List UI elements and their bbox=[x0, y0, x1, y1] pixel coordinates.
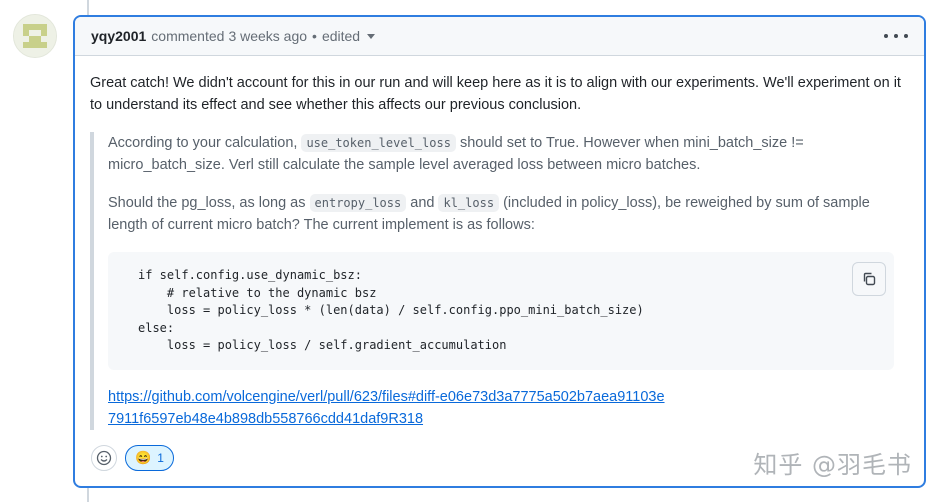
comment-box: yqy2001 commented 3 weeks ago • edited G… bbox=[73, 15, 926, 488]
comment-options-button[interactable] bbox=[884, 26, 908, 46]
comment-header: yqy2001 commented 3 weeks ago • edited bbox=[75, 17, 924, 56]
quote-paragraph-2: Should the pg_loss, as long as entropy_l… bbox=[108, 194, 870, 233]
github-diff-link[interactable]: https://github.com/volcengine/verl/pull/… bbox=[108, 386, 668, 430]
user-avatar[interactable] bbox=[13, 14, 57, 58]
add-reaction-button[interactable] bbox=[91, 445, 117, 471]
watermark: 知乎 @羽毛书 bbox=[753, 451, 912, 479]
edited-dropdown[interactable]: edited bbox=[321, 28, 376, 44]
code-block: if self.config.use_dynamic_bsz: # relati… bbox=[108, 252, 894, 370]
copy-icon bbox=[863, 272, 876, 286]
inline-code-kl-loss: kl_loss bbox=[438, 194, 500, 212]
triangle-down-icon bbox=[367, 33, 376, 39]
kebab-horizontal-icon bbox=[884, 34, 888, 38]
copy-button[interactable] bbox=[852, 262, 886, 296]
reply-paragraph: Great catch! We didn't account for this … bbox=[90, 75, 901, 113]
laugh-emoji-icon: 😄 bbox=[135, 450, 152, 465]
reaction-count: 1 bbox=[157, 451, 164, 465]
separator: • bbox=[312, 28, 317, 44]
inline-code-entropy-loss: entropy_loss bbox=[309, 194, 407, 212]
reaction-laugh[interactable]: 😄 1 bbox=[125, 445, 174, 471]
comment-body: Great catch! We didn't account for this … bbox=[75, 56, 924, 430]
quote-paragraph-1: According to your calculation, use_token… bbox=[108, 134, 804, 173]
identicon-avatar-icon bbox=[14, 15, 56, 57]
comment-author[interactable]: yqy2001 bbox=[91, 28, 146, 44]
comment-timestamp[interactable]: 3 weeks ago bbox=[228, 28, 307, 44]
smiley-icon bbox=[96, 450, 112, 466]
comment-action: commented bbox=[151, 28, 225, 44]
inline-code-use-token-level-loss: use_token_level_loss bbox=[301, 134, 456, 152]
blockquote: According to your calculation, use_token… bbox=[90, 132, 909, 430]
reactions-bar: 😄 1 bbox=[91, 445, 174, 471]
code-content[interactable]: if self.config.use_dynamic_bsz: # relati… bbox=[138, 267, 864, 355]
edited-label: edited bbox=[321, 28, 361, 44]
